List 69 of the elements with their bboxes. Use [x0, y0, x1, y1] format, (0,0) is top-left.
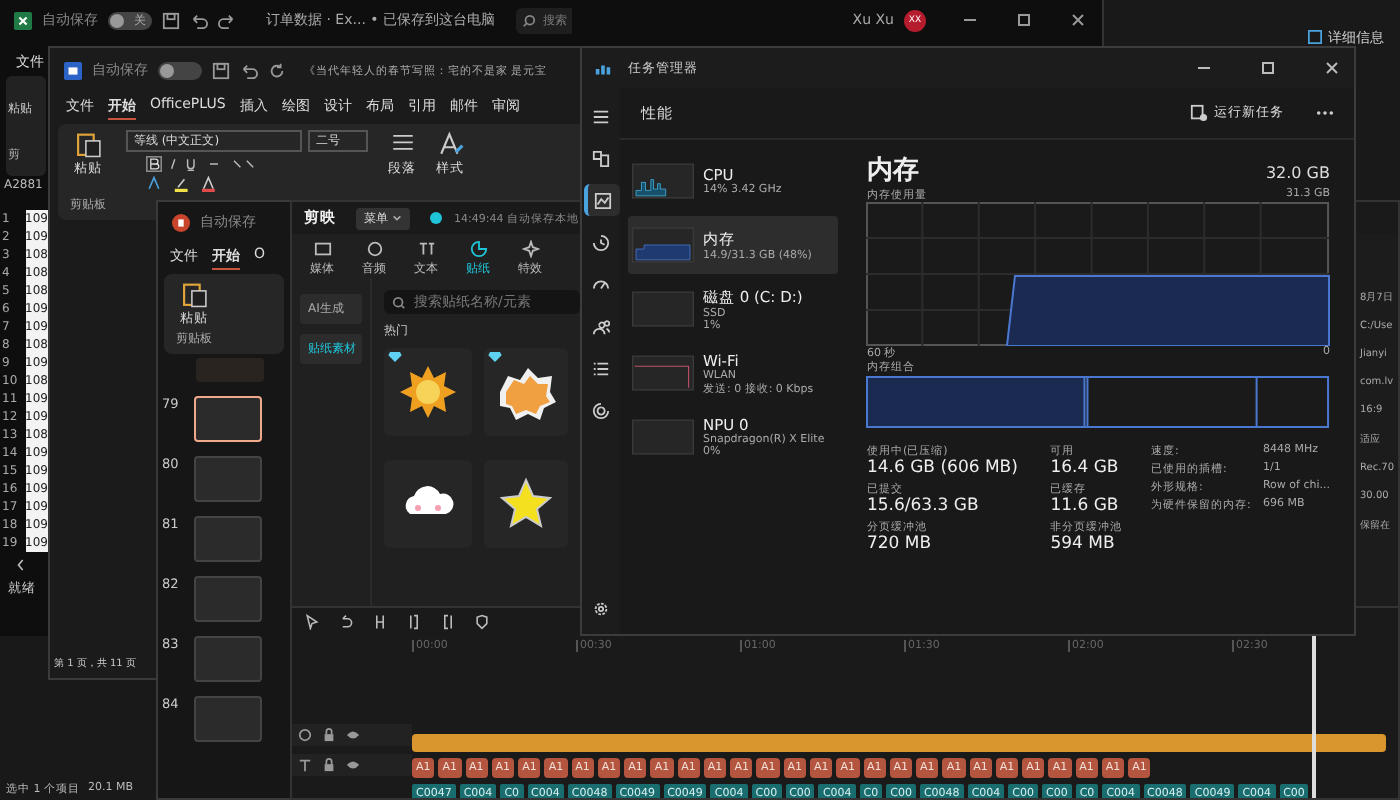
undo-icon[interactable]: [190, 11, 208, 29]
spreadsheet-app-icon: [14, 11, 32, 29]
save-icon[interactable]: [212, 61, 230, 79]
stat-value: 14.6 GB (606 MB): [866, 458, 1020, 478]
close-icon[interactable]: [1322, 58, 1342, 78]
slide-thumbnail[interactable]: [194, 636, 262, 682]
slide-thumbnail[interactable]: [194, 576, 262, 622]
close-icon[interactable]: [1068, 10, 1088, 30]
stat-value: 11.6 GB: [1050, 496, 1121, 516]
sticker-tile[interactable]: [384, 348, 472, 436]
music-note-icon: [365, 240, 383, 258]
presentation-app-icon: [172, 213, 190, 231]
section-heading: 内存: [866, 154, 919, 188]
lock-icon[interactable]: [322, 758, 336, 772]
sticker-clip[interactable]: [412, 734, 1386, 752]
stat-value: 594 MB: [1050, 534, 1117, 554]
text-icon: [417, 240, 435, 258]
lock-icon[interactable]: [322, 728, 336, 742]
sticker-tile[interactable]: [384, 460, 472, 548]
trim-right-icon[interactable]: [440, 614, 456, 630]
sticker-icon: [469, 240, 487, 258]
maximize-icon[interactable]: [1258, 58, 1278, 78]
caret-icon: [392, 214, 402, 222]
styles-icon: [437, 130, 463, 158]
sun-sticker-drawing: [398, 362, 458, 422]
total-memory: 32.0 GB: [1265, 164, 1330, 182]
task-manager-icon: [594, 59, 612, 77]
more-options-icon[interactable]: [1316, 110, 1334, 116]
chart-icon[interactable]: [583, 184, 620, 216]
autosave-toggle[interactable]: [158, 61, 202, 79]
usage-graph-thumbnail: [632, 288, 695, 330]
undo-icon[interactable]: [240, 61, 258, 79]
trim-left-icon[interactable]: [406, 614, 422, 630]
cloud-status-icon: [430, 212, 442, 224]
film-icon: [313, 240, 331, 258]
slide-thumbnail[interactable]: [194, 696, 262, 742]
slide-thumbnail[interactable]: [194, 456, 262, 502]
slide-thumbnail[interactable]: [194, 516, 262, 562]
clipboard-icon: [181, 280, 207, 308]
search-icon: [392, 295, 406, 309]
document-app-icon: [64, 61, 82, 79]
sticker-tile[interactable]: [484, 348, 568, 436]
refresh-icon[interactable]: [268, 61, 286, 79]
usage-graph-thumbnail: [632, 160, 695, 202]
stat-value: 720 MB: [866, 534, 934, 554]
save-icon[interactable]: [162, 11, 180, 29]
maximize-icon[interactable]: [1014, 10, 1034, 30]
undo-icon[interactable]: [338, 614, 354, 630]
new-task-icon: [1190, 104, 1208, 122]
settings-icon[interactable]: [592, 600, 611, 618]
panel-icon: [1308, 30, 1322, 44]
sparkle-icon: [521, 240, 539, 258]
eye-icon[interactable]: [346, 758, 360, 772]
shield-icon[interactable]: [474, 614, 490, 630]
stat-value: 15.6/63.3 GB: [866, 496, 981, 516]
split-icon[interactable]: [372, 614, 388, 630]
search-icon: [521, 13, 535, 27]
scroll-left-icon[interactable]: [16, 558, 26, 572]
select-tool-icon[interactable]: [304, 614, 320, 630]
usage-graph-thumbnail: [632, 352, 695, 394]
eye-icon[interactable]: [346, 728, 360, 742]
redo-icon[interactable]: [218, 11, 236, 29]
wow-sticker-drawing: [496, 362, 556, 422]
sticker-tile[interactable]: [484, 460, 568, 548]
usage-graph-thumbnail: [632, 416, 695, 458]
usage-graph-thumbnail: [632, 224, 695, 266]
slide-thumbnail[interactable]: [194, 396, 262, 442]
stat-value: 16.4 GB: [1050, 458, 1121, 478]
clipboard-icon: [75, 130, 101, 158]
